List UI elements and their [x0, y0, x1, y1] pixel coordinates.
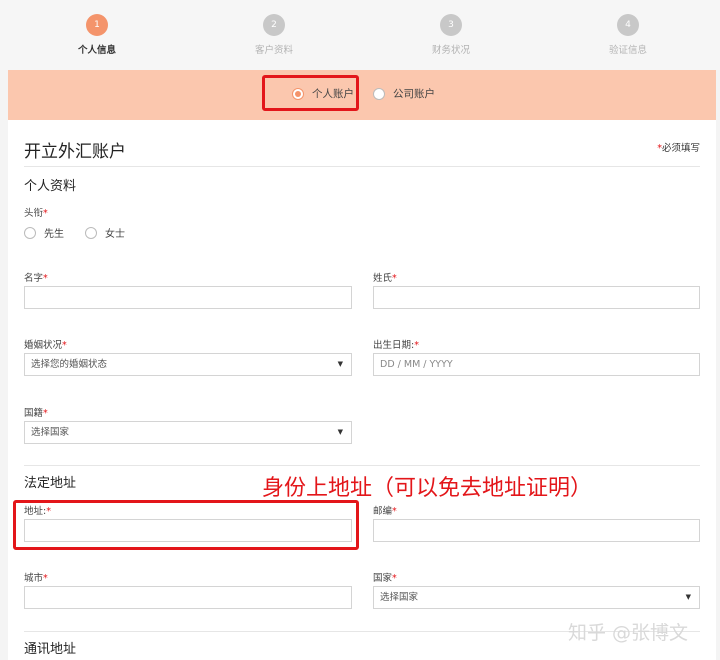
last-name-label: 姓氏* — [373, 270, 397, 284]
step-client-profile: 2 客户资料 — [214, 14, 334, 56]
required-asterisk: * — [414, 340, 419, 351]
caret-down-icon: ▼ — [337, 360, 343, 368]
salutation-label: 头衔* — [24, 205, 48, 219]
first-name-input[interactable] — [24, 286, 352, 309]
required-asterisk: * — [43, 273, 48, 284]
label-text: 名字 — [24, 273, 44, 284]
required-asterisk: * — [392, 273, 397, 284]
required-asterisk: * — [392, 506, 397, 517]
marital-status-label: 婚姻状况* — [24, 337, 67, 351]
radio-company-account[interactable]: 公司账户 — [373, 86, 435, 101]
dob-input[interactable]: DD / MM / YYYY — [373, 353, 700, 376]
step-label: 个人信息 — [77, 45, 116, 56]
divider — [24, 166, 700, 167]
city-label: 城市* — [24, 570, 48, 584]
select-value: 选择国家 — [380, 592, 419, 603]
country-select[interactable]: 选择国家 ▼ — [373, 586, 700, 609]
highlight-box-account-type — [262, 75, 359, 111]
nationality-select[interactable]: 选择国家 ▼ — [24, 421, 352, 444]
required-asterisk: * — [62, 340, 67, 351]
section-personal-info: 个人资料 — [24, 179, 77, 194]
label-text: 国家 — [373, 573, 393, 584]
city-input[interactable] — [24, 586, 352, 609]
step-verification: 4 验证信息 — [568, 14, 688, 56]
caret-down-icon: ▼ — [685, 593, 691, 601]
step-label: 验证信息 — [608, 45, 647, 56]
account-type-selector: 个人账户 公司账户 — [8, 70, 716, 120]
step-personal-info: 1 个人信息 — [37, 14, 157, 56]
required-note: *必须填写 — [657, 140, 700, 154]
caret-down-icon: ▼ — [337, 428, 343, 436]
postcode-label: 邮编* — [373, 503, 397, 517]
divider — [24, 465, 700, 466]
section-mailing-address: 通讯地址 — [24, 642, 77, 657]
required-asterisk: * — [43, 408, 48, 419]
dob-placeholder: DD / MM / YYYY — [380, 359, 453, 370]
form-card: 开立外汇账户 *必须填写 个人资料 头衔* 先生 女士 名字* 姓氏* 婚姻状况… — [8, 120, 716, 660]
label-text: 姓氏 — [373, 273, 393, 284]
postcode-input[interactable] — [373, 519, 700, 542]
annotation-id-address: 身份上地址（可以免去地址证明） — [262, 476, 593, 501]
select-value: 选择您的婚姻状态 — [31, 359, 108, 370]
section-legal-address: 法定地址 — [24, 476, 77, 491]
label-text: 城市 — [24, 573, 44, 584]
required-asterisk: * — [43, 208, 48, 219]
label-text: 邮编 — [373, 506, 393, 517]
label-text: 国籍 — [24, 408, 44, 419]
label-text: 头衔 — [24, 208, 44, 219]
required-asterisk: * — [43, 573, 48, 584]
first-name-label: 名字* — [24, 270, 48, 284]
radio-label: 女士 — [105, 229, 125, 240]
radio-unchecked-icon[interactable] — [373, 87, 385, 100]
step-number: 2 — [263, 14, 285, 36]
label-text: 婚姻状况 — [24, 340, 63, 351]
progress-stepper: 1 个人信息 2 客户资料 3 财务状况 4 验证信息 — [0, 0, 720, 70]
highlight-box-address — [13, 500, 359, 550]
radio-unchecked-icon[interactable] — [24, 226, 36, 239]
country-label: 国家* — [373, 570, 397, 584]
step-financial-status: 3 财务状况 — [391, 14, 511, 56]
step-number: 4 — [617, 14, 639, 36]
radio-label: 先生 — [44, 229, 64, 240]
step-number: 1 — [86, 14, 108, 36]
label-text: 出生日期: — [373, 340, 415, 351]
watermark: 知乎 @张博文 — [568, 622, 689, 644]
radio-label: 公司账户 — [393, 88, 435, 100]
marital-status-select[interactable]: 选择您的婚姻状态 ▼ — [24, 353, 352, 376]
select-value: 选择国家 — [31, 427, 70, 438]
radio-unchecked-icon[interactable] — [85, 226, 97, 239]
radio-mr[interactable]: 先生 — [24, 225, 64, 240]
last-name-input[interactable] — [373, 286, 700, 309]
page-title: 开立外汇账户 — [24, 142, 126, 162]
step-label: 客户资料 — [254, 45, 293, 56]
step-number: 3 — [440, 14, 462, 36]
required-asterisk: * — [392, 573, 397, 584]
nationality-label: 国籍* — [24, 405, 48, 419]
required-note-text: 必须填写 — [661, 143, 700, 154]
radio-ms[interactable]: 女士 — [85, 225, 125, 240]
step-label: 财务状况 — [431, 45, 470, 56]
dob-label: 出生日期:* — [373, 337, 419, 351]
